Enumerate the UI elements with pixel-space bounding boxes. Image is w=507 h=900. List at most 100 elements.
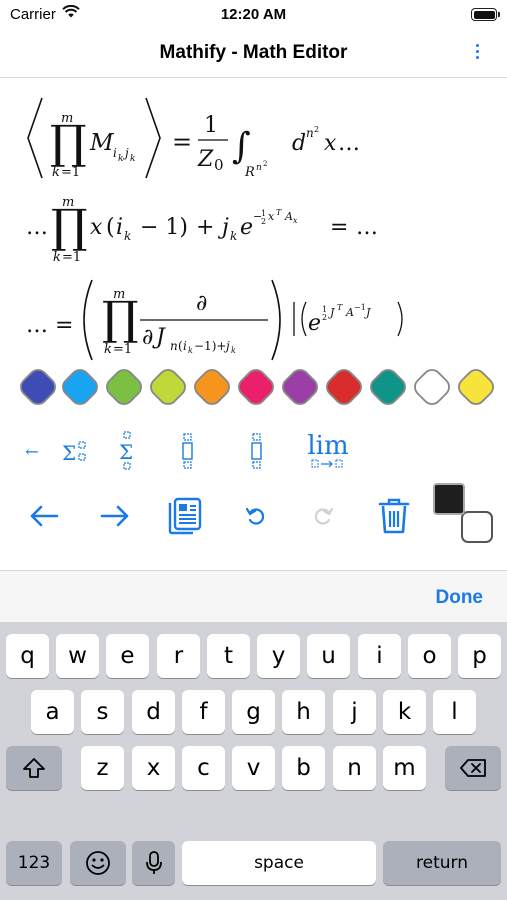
svg-text:i: i	[116, 215, 123, 240]
color-swatch-red[interactable]	[321, 364, 367, 410]
key-h[interactable]: h	[282, 690, 325, 734]
math-editor-canvas[interactable]: m ∏ k =1 M i k j k = 1 Z 0 ∫ R n 2 d n 2…	[0, 80, 507, 365]
svg-text:j: j	[217, 215, 229, 240]
arrow-left-icon[interactable]	[24, 494, 64, 538]
svg-text:e: e	[240, 215, 253, 240]
key-a[interactable]: a	[31, 690, 74, 734]
key-l[interactable]: l	[433, 690, 476, 734]
key-e[interactable]: e	[106, 634, 149, 678]
math-equation-line-3[interactable]: … = m ∏ k =1 ∂ ∂ J n ( i k −1)+ j k e 1 …	[0, 272, 507, 367]
vertical-ellipsis-icon[interactable]	[471, 40, 485, 64]
svg-text:=1: =1	[61, 165, 80, 180]
bracket-template-right-button[interactable]	[245, 428, 269, 474]
key-g[interactable]: g	[232, 690, 275, 734]
svg-text:k: k	[231, 346, 236, 355]
svg-text:…: …	[26, 215, 48, 240]
key-u[interactable]: u	[307, 634, 350, 678]
svg-text:A: A	[284, 210, 293, 223]
undo-icon[interactable]	[236, 494, 276, 538]
key-j[interactable]: j	[333, 690, 376, 734]
svg-text:2: 2	[261, 217, 266, 226]
svg-text:(: (	[106, 215, 115, 240]
svg-text:x: x	[324, 131, 337, 156]
color-swatch-yellow[interactable]	[453, 364, 499, 410]
key-x[interactable]: x	[132, 746, 175, 790]
key-v[interactable]: v	[232, 746, 275, 790]
navigation-bar: Mathify - Math Editor	[0, 30, 507, 78]
key-o[interactable]: o	[408, 634, 451, 678]
color-palette	[0, 364, 507, 410]
template-toolbar: ← Σ Σ lim	[0, 428, 507, 474]
done-button[interactable]: Done	[436, 587, 484, 609]
document-icon[interactable]	[165, 494, 205, 538]
numbers-key[interactable]: 123	[6, 841, 62, 885]
svg-text:k: k	[53, 250, 61, 265]
key-m[interactable]: m	[383, 746, 426, 790]
sum-stacked-limits-button[interactable]: Σ	[112, 428, 144, 474]
key-b[interactable]: b	[282, 746, 325, 790]
svg-text:n: n	[256, 163, 262, 173]
color-swatch-pink[interactable]	[233, 364, 279, 410]
key-q[interactable]: q	[6, 634, 49, 678]
key-d[interactable]: d	[132, 690, 175, 734]
svg-text:2: 2	[322, 313, 327, 322]
limit-template-button[interactable]: lim	[298, 428, 358, 474]
space-key[interactable]: space	[182, 841, 376, 885]
svg-text:=1: =1	[113, 342, 132, 357]
key-w[interactable]: w	[56, 634, 99, 678]
bracket-template-left-button[interactable]	[176, 428, 200, 474]
key-z[interactable]: z	[81, 746, 124, 790]
small-back-arrow-icon[interactable]: ←	[20, 428, 44, 474]
shift-icon[interactable]	[6, 746, 62, 790]
limit-label: lim	[307, 431, 349, 461]
redo-icon[interactable]	[303, 494, 343, 538]
math-equation-line-1[interactable]: m ∏ k =1 M i k j k = 1 Z 0 ∫ R n 2 d n 2…	[0, 90, 507, 185]
page-title: Mathify - Math Editor	[159, 42, 348, 63]
color-swatch-white[interactable]	[409, 364, 455, 410]
sum-with-limits-button[interactable]: Σ	[58, 428, 94, 474]
color-swatch-teal[interactable]	[365, 364, 411, 410]
key-t[interactable]: t	[207, 634, 250, 678]
svg-text:∏: ∏	[50, 115, 87, 169]
math-equation-line-2[interactable]: … m ∏ k =1 x ( i k − 1) + j k e − 1 2 x …	[0, 182, 507, 277]
svg-text:… =: … =	[26, 313, 73, 338]
key-k[interactable]: k	[383, 690, 426, 734]
key-f[interactable]: f	[182, 690, 225, 734]
svg-text:∏: ∏	[102, 291, 139, 345]
key-n[interactable]: n	[333, 746, 376, 790]
svg-text:x: x	[90, 215, 103, 240]
svg-text:− 1): − 1)	[140, 215, 188, 240]
key-r[interactable]: r	[157, 634, 200, 678]
color-swatch-orange[interactable]	[189, 364, 235, 410]
color-swatch-purple[interactable]	[277, 364, 323, 410]
key-p[interactable]: p	[458, 634, 501, 678]
foreground-background-icon[interactable]	[432, 482, 496, 546]
svg-text:k: k	[104, 342, 112, 357]
svg-text:k: k	[230, 229, 237, 243]
svg-text:−1: −1	[354, 303, 366, 312]
svg-text:∫: ∫	[232, 126, 251, 167]
trash-icon[interactable]	[374, 494, 414, 538]
svg-text:=: =	[172, 128, 192, 156]
keyboard-accessory-bar: Done	[0, 570, 507, 622]
svg-text:k: k	[188, 346, 193, 355]
svg-text:Σ: Σ	[119, 440, 133, 464]
svg-text:d: d	[292, 131, 306, 156]
microphone-icon[interactable]	[132, 841, 175, 885]
color-swatch-green[interactable]	[101, 364, 147, 410]
key-i[interactable]: i	[358, 634, 401, 678]
arrow-right-icon[interactable]	[95, 494, 135, 538]
color-swatch-light-blue[interactable]	[57, 364, 103, 410]
svg-text:Σ: Σ	[62, 441, 76, 465]
delete-icon[interactable]	[445, 746, 501, 790]
key-c[interactable]: c	[182, 746, 225, 790]
color-swatch-indigo[interactable]	[15, 364, 61, 410]
key-y[interactable]: y	[257, 634, 300, 678]
svg-text:n: n	[306, 126, 314, 140]
color-swatch-lime[interactable]	[145, 364, 191, 410]
key-s[interactable]: s	[81, 690, 124, 734]
emoji-icon[interactable]	[70, 841, 126, 885]
svg-text:e: e	[308, 311, 321, 336]
svg-text:k: k	[130, 154, 135, 164]
return-key[interactable]: return	[383, 841, 501, 885]
